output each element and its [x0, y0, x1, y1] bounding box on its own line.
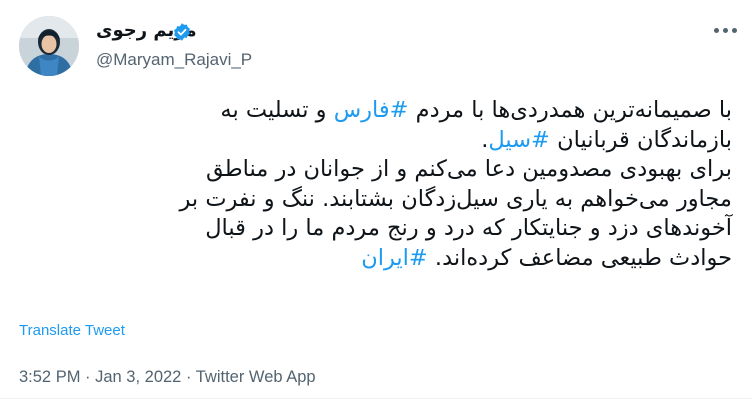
- meta-separator: ·: [80, 368, 96, 386]
- more-dot: [713, 27, 719, 33]
- avatar[interactable]: [19, 16, 79, 76]
- more-dot: [731, 27, 737, 33]
- user-handle[interactable]: @Maryam_Rajavi_P: [96, 50, 252, 70]
- text-segment: حوادث طبیعی مضاعف کرده‌اند.: [427, 244, 732, 271]
- tweet-line: حوادث طبیعی مضاعف کرده‌اند. #ایران: [18, 244, 732, 274]
- hashtag-iran[interactable]: #ایران: [361, 245, 428, 271]
- tweet-line: مجاور می‌خواهم به یاری سیل‌زدگان بشتابند…: [18, 185, 732, 215]
- hashtag-fars[interactable]: #فارس: [334, 97, 409, 123]
- text-segment: مجاور می‌خواهم به یاری سیل‌زدگان بشتابند…: [179, 185, 732, 212]
- profile-photo-icon: [19, 16, 79, 76]
- hashtag-seil[interactable]: #سیل: [488, 127, 550, 153]
- tweet-time[interactable]: 3:52 PM: [19, 368, 80, 386]
- text-segment: بازماندگان قربانیان: [549, 126, 732, 153]
- tweet-source[interactable]: Twitter Web App: [196, 368, 316, 386]
- tweet-text: با صمیمانه‌ترین همدردی‌ها با مردم #فارس …: [18, 96, 732, 273]
- translate-tweet-link[interactable]: Translate Tweet: [19, 322, 125, 339]
- tweet-line: با صمیمانه‌ترین همدردی‌ها با مردم #فارس …: [18, 96, 732, 126]
- tweet-line: آخوندهای دزد و جنایتکار که درد و رنج مرد…: [18, 214, 732, 244]
- text-segment: آخوندهای دزد و جنایتکار که درد و رنج مرد…: [205, 215, 732, 241]
- meta-separator: ·: [181, 368, 196, 386]
- divider: [0, 398, 752, 399]
- text-segment: با صمیمانه‌ترین همدردی‌ها با مردم: [408, 97, 732, 123]
- text-segment: برای بهبودی مصدومین دعا می‌کنم و از جوان…: [205, 156, 732, 182]
- tweet-card: مریم رجوی @Maryam_Rajavi_P با صمیمانه‌تر…: [0, 0, 752, 401]
- more-options-icon[interactable]: [708, 20, 742, 40]
- more-dot: [722, 27, 728, 33]
- text-segment: و تسلیت به: [220, 97, 334, 123]
- verified-badge-icon: [174, 23, 190, 41]
- tweet-line: بازماندگان قربانیان #سیل.: [18, 126, 732, 156]
- tweet-metadata: 3:52 PM · Jan 3, 2022 · Twitter Web App: [19, 368, 316, 387]
- tweet-line: برای بهبودی مصدومین دعا می‌کنم و از جوان…: [18, 155, 732, 185]
- tweet-date[interactable]: Jan 3, 2022: [95, 368, 181, 386]
